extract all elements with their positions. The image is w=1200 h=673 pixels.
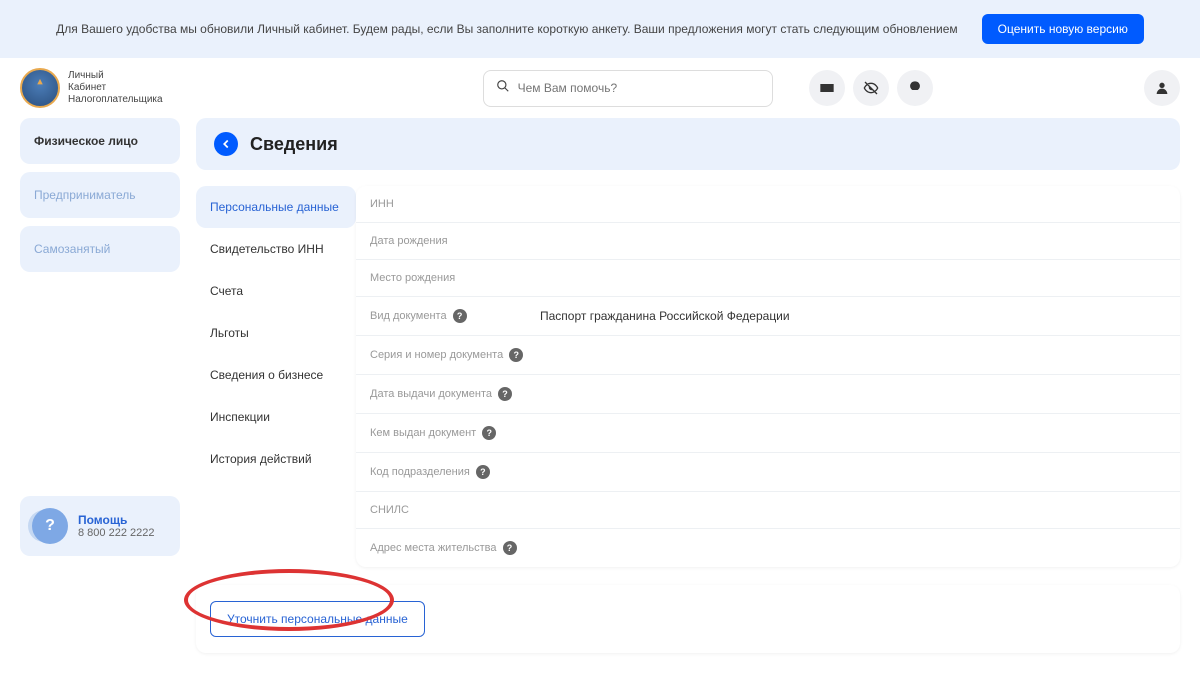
help-icon: ?: [32, 508, 68, 544]
data-row: Место рождения: [356, 260, 1180, 297]
emblem-icon: [20, 68, 60, 108]
data-row: ИНН: [356, 186, 1180, 223]
field-label: Дата выдачи документа?: [370, 387, 540, 401]
field-label: Место рождения: [370, 272, 540, 284]
field-value: Паспорт гражданина Российской Федерации: [540, 309, 1166, 323]
field-label: Дата рождения: [370, 235, 540, 247]
help-phone: 8 800 222 2222: [78, 527, 154, 539]
logo[interactable]: Личный Кабинет Налогоплательщика: [20, 68, 163, 108]
field-label: Вид документа?: [370, 309, 540, 323]
hint-icon[interactable]: ?: [453, 309, 467, 323]
field-label: СНИЛС: [370, 504, 540, 516]
help-card[interactable]: ? Помощь 8 800 222 2222: [20, 496, 180, 556]
side-tabs: Персональные данныеСвидетельство ИННСчет…: [196, 186, 356, 567]
search-input[interactable]: [483, 70, 773, 107]
side-tab-2[interactable]: Счета: [196, 270, 356, 312]
hint-icon[interactable]: ?: [482, 426, 496, 440]
data-row: Код подразделения?: [356, 453, 1180, 492]
data-row: Дата рождения: [356, 223, 1180, 260]
data-row: Адрес места жительства?: [356, 529, 1180, 567]
action-area: Уточнить персональные данные: [196, 585, 1180, 653]
entity-tab-2[interactable]: Самозанятый: [20, 226, 180, 272]
data-row: Кем выдан документ?: [356, 414, 1180, 453]
hint-icon[interactable]: ?: [503, 541, 517, 555]
entity-tab-1[interactable]: Предприниматель: [20, 172, 180, 218]
data-row: СНИЛС: [356, 492, 1180, 529]
side-tab-3[interactable]: Льготы: [196, 312, 356, 354]
mail-icon[interactable]: [809, 70, 845, 106]
hint-icon[interactable]: ?: [509, 348, 523, 362]
lightbulb-icon[interactable]: [897, 70, 933, 106]
profile-icon[interactable]: [1144, 70, 1180, 106]
logo-text: Личный Кабинет Налогоплательщика: [68, 70, 163, 106]
search-icon: [496, 79, 510, 98]
field-label: Кем выдан документ?: [370, 426, 540, 440]
field-label: Код подразделения?: [370, 465, 540, 479]
field-label: Серия и номер документа?: [370, 348, 540, 362]
side-tab-6[interactable]: История действий: [196, 438, 356, 480]
side-tab-4[interactable]: Сведения о бизнесе: [196, 354, 356, 396]
data-panel: ИНН Дата рождения Место рождения Вид докуме…: [356, 186, 1180, 567]
data-row: Серия и номер документа?: [356, 336, 1180, 375]
help-title: Помощь: [78, 513, 154, 527]
clarify-button[interactable]: Уточнить персональные данные: [210, 601, 425, 637]
back-button[interactable]: [214, 132, 238, 156]
data-row: Вид документа?Паспорт гражданина Российс…: [356, 297, 1180, 336]
search-field[interactable]: [518, 81, 760, 95]
hint-icon[interactable]: ?: [498, 387, 512, 401]
entity-tab-0[interactable]: Физическое лицо: [20, 118, 180, 164]
page-title-bar: Сведения: [196, 118, 1180, 170]
banner-text: Для Вашего удобства мы обновили Личный к…: [56, 22, 958, 36]
hint-icon[interactable]: ?: [476, 465, 490, 479]
field-label: Адрес места жительства?: [370, 541, 540, 555]
field-label: ИНН: [370, 198, 540, 210]
header: Личный Кабинет Налогоплательщика: [0, 58, 1200, 118]
side-tab-5[interactable]: Инспекции: [196, 396, 356, 438]
entity-tabs: Физическое лицо Предприниматель Самозаняты…: [20, 118, 180, 653]
evaluate-button[interactable]: Оценить новую версию: [982, 14, 1144, 44]
side-tab-1[interactable]: Свидетельство ИНН: [196, 228, 356, 270]
data-row: Дата выдачи документа?: [356, 375, 1180, 414]
visibility-off-icon[interactable]: [853, 70, 889, 106]
side-tab-0[interactable]: Персональные данные: [196, 186, 356, 228]
top-banner: Для Вашего удобства мы обновили Личный к…: [0, 0, 1200, 58]
page-title: Сведения: [250, 134, 338, 155]
